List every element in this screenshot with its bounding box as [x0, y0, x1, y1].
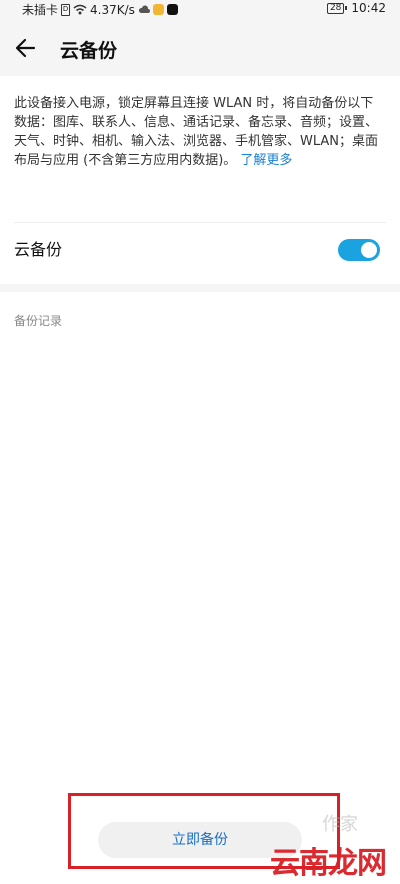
- watermark-logo: 云南龙网: [270, 846, 387, 881]
- status-left: 未插卡 D 4.37K/s: [22, 1, 178, 18]
- settings-card: 此设备接入电源，锁定屏幕且连接 WLAN 时，将自动备份以下数据：图库、联系人、…: [0, 76, 400, 284]
- notification-app-icon: [152, 4, 164, 15]
- wifi-icon: [73, 4, 87, 15]
- sim-icon: D: [61, 3, 71, 16]
- cloud-backup-toggle[interactable]: [338, 239, 380, 261]
- toggle-knob: [361, 242, 377, 258]
- auto-backup-description: 此设备接入电源，锁定屏幕且连接 WLAN 时，将自动备份以下数据：图库、联系人、…: [14, 94, 386, 170]
- watermark-faint: 作家: [322, 814, 358, 835]
- description-text: 此设备接入电源，锁定屏幕且连接 WLAN 时，将自动备份以下数据：图库、联系人、…: [14, 96, 379, 168]
- network-speed: 4.37K/s: [90, 2, 135, 17]
- app-header: 云备份: [0, 18, 400, 76]
- status-bar: 未插卡 D 4.37K/s 28 10:42: [0, 0, 400, 18]
- page-title: 云备份: [60, 40, 118, 62]
- cloud-backup-label: 云备份: [14, 240, 63, 259]
- carrier-text: 未插卡: [22, 3, 59, 17]
- tiktok-icon: [166, 4, 178, 15]
- cloud-icon: [138, 5, 150, 13]
- battery-icon: 28: [326, 2, 348, 14]
- battery-level: 28: [326, 2, 345, 14]
- clock: 10:42: [351, 1, 386, 15]
- learn-more-link[interactable]: 了解更多: [240, 153, 292, 168]
- backup-records-label: 备份记录: [14, 314, 63, 328]
- divider: [14, 222, 386, 223]
- status-right: 28 10:42: [326, 1, 386, 15]
- back-arrow-icon[interactable]: [12, 34, 40, 62]
